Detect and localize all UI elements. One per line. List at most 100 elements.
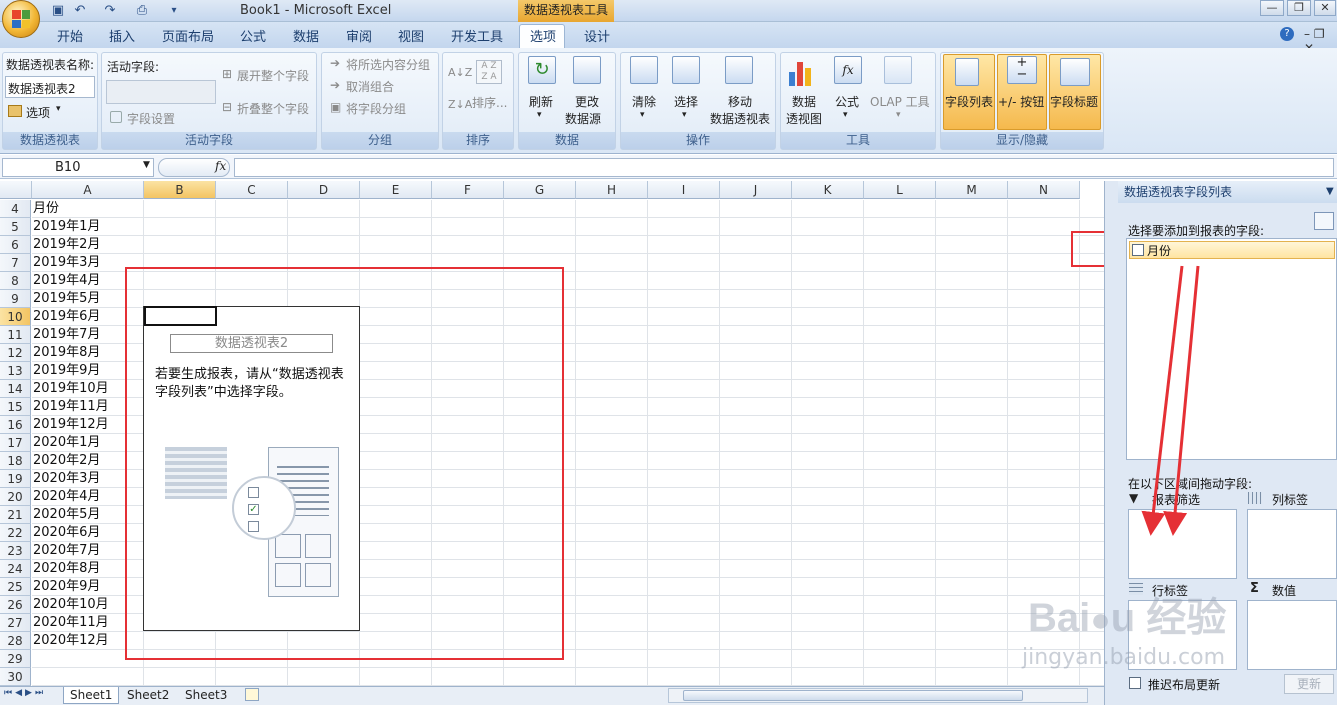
tab-review[interactable]: 审阅 bbox=[346, 26, 372, 45]
column-header-k[interactable]: K bbox=[792, 181, 864, 199]
tab-view[interactable]: 视图 bbox=[398, 26, 424, 45]
cell-a[interactable]: 2020年12月 bbox=[33, 632, 109, 650]
column-header-l[interactable]: L bbox=[864, 181, 936, 199]
field-checkbox[interactable] bbox=[1132, 244, 1144, 256]
horizontal-scrollbar[interactable] bbox=[668, 688, 1088, 703]
pivot-name-input[interactable]: 数据透视表2 bbox=[5, 76, 95, 98]
minimize-button[interactable]: — bbox=[1260, 0, 1284, 16]
row-header[interactable]: 9 bbox=[0, 290, 31, 308]
sort-button[interactable]: 排序... bbox=[472, 94, 507, 111]
print-preview-icon[interactable]: ⎙ bbox=[134, 3, 150, 19]
clear-button[interactable]: 清除 bbox=[632, 93, 656, 110]
help-icon[interactable]: ? bbox=[1280, 27, 1294, 41]
column-header-d[interactable]: D bbox=[288, 181, 360, 199]
chevron-down-icon[interactable]: ▾ bbox=[640, 110, 645, 120]
values-area[interactable] bbox=[1247, 600, 1337, 670]
customize-qat-icon[interactable]: ▾ bbox=[166, 3, 182, 19]
active-field-input[interactable] bbox=[106, 80, 216, 104]
cell-a[interactable]: 2020年11月 bbox=[33, 614, 109, 632]
save-icon[interactable]: ▣ bbox=[50, 3, 66, 19]
column-header-e[interactable]: E bbox=[360, 181, 432, 199]
update-button[interactable]: 更新 bbox=[1284, 674, 1334, 694]
select-all-corner[interactable] bbox=[0, 181, 32, 199]
options-button[interactable]: 选项 bbox=[26, 104, 50, 121]
expand-field-button[interactable]: 展开整个字段 bbox=[237, 67, 309, 84]
cell-a[interactable]: 2020年10月 bbox=[33, 596, 109, 614]
cell-a[interactable]: 2020年9月 bbox=[33, 578, 100, 596]
pivotchart-button-1[interactable]: 数据 bbox=[792, 93, 816, 110]
row-header[interactable]: 15 bbox=[0, 398, 31, 416]
cell-a[interactable]: 2019年3月 bbox=[33, 254, 100, 272]
cell-a[interactable]: 2019年1月 bbox=[33, 218, 100, 236]
tab-data[interactable]: 数据 bbox=[293, 26, 319, 45]
chevron-down-icon[interactable]: ▾ bbox=[682, 110, 687, 120]
tab-insert[interactable]: 插入 bbox=[109, 26, 135, 45]
cell-a[interactable]: 2020年2月 bbox=[33, 452, 100, 470]
row-header[interactable]: 23 bbox=[0, 542, 31, 560]
cell-a[interactable]: 2020年3月 bbox=[33, 470, 100, 488]
collapse-field-button[interactable]: 折叠整个字段 bbox=[237, 100, 309, 117]
column-header-c[interactable]: C bbox=[216, 181, 288, 199]
cell-a[interactable]: 2019年9月 bbox=[33, 362, 100, 380]
cell-a[interactable]: 2020年8月 bbox=[33, 560, 100, 578]
column-labels-area[interactable] bbox=[1247, 509, 1337, 579]
cell-a[interactable]: 2019年7月 bbox=[33, 326, 100, 344]
row-header[interactable]: 16 bbox=[0, 416, 31, 434]
pivotchart-button-2[interactable]: 透视图 bbox=[786, 110, 822, 127]
row-header[interactable]: 26 bbox=[0, 596, 31, 614]
column-header-b[interactable]: B bbox=[144, 181, 216, 199]
cell-a[interactable]: 2020年6月 bbox=[33, 524, 100, 542]
chevron-down-icon[interactable]: ▾ bbox=[56, 104, 61, 114]
select-button[interactable]: 选择 bbox=[674, 93, 698, 110]
defer-update-checkbox[interactable] bbox=[1129, 677, 1141, 689]
layout-options-icon[interactable] bbox=[1314, 212, 1334, 230]
cell-a[interactable]: 月份 bbox=[33, 200, 59, 218]
row-header[interactable]: 19 bbox=[0, 470, 31, 488]
sort-asc-icon[interactable]: A↓Z bbox=[448, 66, 472, 79]
field-settings-button[interactable]: 字段设置 bbox=[127, 110, 175, 127]
change-source-button-1[interactable]: 更改 bbox=[575, 93, 599, 110]
sheet-tab-2[interactable]: Sheet2 bbox=[121, 687, 175, 704]
office-button[interactable] bbox=[2, 0, 40, 38]
cell-a[interactable]: 2019年10月 bbox=[33, 380, 109, 398]
row-header[interactable]: 4 bbox=[0, 200, 31, 218]
sheet-nav-icons[interactable]: ⏮◀▶⏭ bbox=[4, 688, 46, 698]
sheet-tab-1[interactable]: Sheet1 bbox=[63, 687, 120, 704]
row-header[interactable]: 10 bbox=[0, 308, 31, 326]
refresh-button[interactable]: 刷新 bbox=[529, 93, 553, 110]
plus-minus-button[interactable]: +/- 按钮 bbox=[998, 93, 1044, 110]
tab-options[interactable]: 选项 bbox=[530, 26, 556, 45]
name-box-dropdown-icon[interactable]: ▼ bbox=[143, 160, 150, 170]
tab-formulas[interactable]: 公式 bbox=[240, 26, 266, 45]
pane-menu-icon[interactable]: ▼ bbox=[1326, 186, 1334, 197]
row-header[interactable]: 21 bbox=[0, 506, 31, 524]
cell-a[interactable]: 2019年5月 bbox=[33, 290, 100, 308]
tab-home[interactable]: 开始 bbox=[57, 26, 83, 45]
row-header[interactable]: 18 bbox=[0, 452, 31, 470]
cell-a[interactable]: 2019年4月 bbox=[33, 272, 100, 290]
insert-sheet-icon[interactable] bbox=[245, 688, 259, 701]
row-header[interactable]: 22 bbox=[0, 524, 31, 542]
cell-a[interactable]: 2019年11月 bbox=[33, 398, 109, 416]
column-header-a[interactable]: A bbox=[32, 181, 144, 199]
column-header-g[interactable]: G bbox=[504, 181, 576, 199]
column-header-i[interactable]: I bbox=[648, 181, 720, 199]
ungroup-button[interactable]: 取消组合 bbox=[346, 78, 394, 95]
cell-a[interactable]: 2019年12月 bbox=[33, 416, 109, 434]
field-list-button[interactable]: 字段列表 bbox=[945, 93, 993, 110]
insert-function-icon[interactable]: fx bbox=[215, 159, 226, 173]
cell-a[interactable]: 2019年6月 bbox=[33, 308, 100, 326]
row-header[interactable]: 25 bbox=[0, 578, 31, 596]
tab-developer[interactable]: 开发工具 bbox=[451, 26, 503, 45]
chevron-down-icon[interactable]: ▾ bbox=[537, 110, 542, 120]
row-header[interactable]: 5 bbox=[0, 218, 31, 236]
chevron-down-icon[interactable]: ▾ bbox=[843, 110, 848, 120]
row-header[interactable]: 8 bbox=[0, 272, 31, 290]
row-header[interactable]: 11 bbox=[0, 326, 31, 344]
row-header[interactable]: 30 bbox=[0, 668, 31, 686]
redo-icon[interactable]: ↷ bbox=[102, 3, 118, 19]
formula-input[interactable] bbox=[234, 158, 1334, 177]
restore-button[interactable]: ❐ bbox=[1287, 0, 1311, 16]
column-header-n[interactable]: N bbox=[1008, 181, 1080, 199]
move-pivot-button-2[interactable]: 数据透视表 bbox=[710, 110, 770, 127]
